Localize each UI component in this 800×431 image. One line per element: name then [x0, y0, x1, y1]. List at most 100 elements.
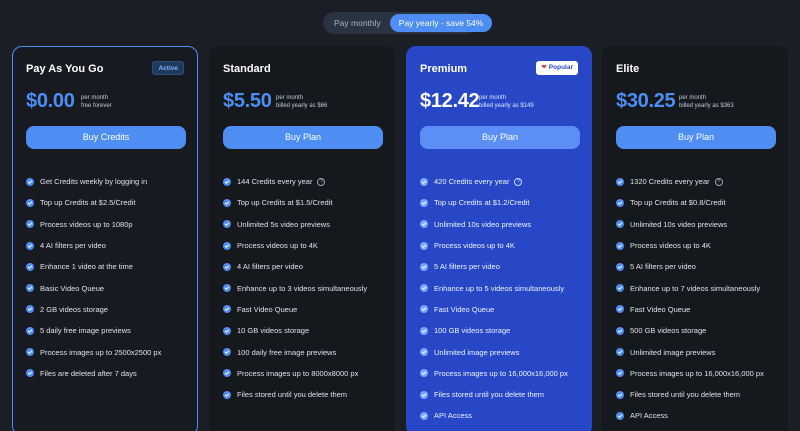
feature-item: Top up Credits at $0.8/Credit	[616, 192, 764, 213]
check-circle-icon	[616, 220, 624, 229]
info-icon[interactable]: ?	[514, 177, 523, 186]
popular-badge: ❤ Popular	[536, 61, 578, 75]
feature-text: 4 AI filters per video	[40, 241, 106, 251]
feature-text: 4 AI filters per video	[237, 262, 303, 272]
price-details: per month billed yearly as $363	[679, 94, 734, 110]
plan-name: Standard	[223, 63, 271, 75]
feature-item: Top up Credits at $2.5/Credit	[26, 192, 161, 213]
feature-item: Process videos up to 4K	[223, 235, 367, 256]
feature-item: 5 daily free image previews	[26, 320, 161, 341]
check-circle-icon	[420, 390, 428, 399]
check-circle-icon	[616, 262, 624, 271]
info-icon[interactable]: ?	[714, 177, 723, 186]
check-circle-icon	[420, 177, 428, 186]
feature-text: 5 AI filters per video	[434, 262, 500, 272]
plan-card-pay-as-you-go: Pay As You Go Active $0.00 per month fre…	[12, 46, 198, 431]
check-circle-icon	[223, 284, 231, 293]
check-circle-icon	[26, 369, 34, 378]
pay-yearly-option[interactable]: Pay yearly - save 54%	[389, 14, 493, 32]
check-circle-icon	[616, 284, 624, 293]
check-circle-icon	[223, 369, 231, 378]
billing-toggle: Pay monthly Pay yearly - save 54%	[323, 12, 493, 34]
check-circle-icon	[420, 348, 428, 357]
feature-item: 100 daily free image previews	[223, 341, 367, 362]
feature-text: Process videos up to 4K	[237, 241, 318, 251]
check-circle-icon	[616, 390, 624, 399]
pay-monthly-option[interactable]: Pay monthly	[325, 14, 390, 32]
feature-text: Unlimited image previews	[434, 347, 520, 357]
check-circle-icon	[26, 284, 34, 293]
feature-item: Fast Video Queue	[616, 299, 764, 320]
check-circle-icon	[616, 177, 624, 186]
feature-list: 1320 Credits every year? Top up Credits a…	[616, 171, 764, 427]
feature-item: Files stored until you delete them	[420, 384, 568, 405]
price-details: per month billed yearly as $66	[276, 94, 327, 110]
feature-item: Files are deleted after 7 days	[26, 363, 161, 384]
feature-item: Basic Video Queue	[26, 277, 161, 298]
buy-plan-button[interactable]: Buy Plan	[223, 126, 383, 149]
feature-text: Files stored until you delete them	[630, 390, 741, 400]
feature-item: 500 GB videos storage	[616, 320, 764, 341]
feature-text: Enhance 1 video at the time	[40, 262, 133, 272]
check-circle-icon	[223, 305, 231, 314]
plan-card-premium: Premium ❤ Popular $12.42 per month billed…	[406, 46, 592, 431]
feature-text: Files stored until you delete them	[434, 390, 545, 400]
buy-plan-button[interactable]: Buy Plan	[420, 126, 580, 149]
feature-item: Unlimited 5s video previews	[223, 214, 367, 235]
feature-text: Top up Credits at $1.2/Credit	[434, 198, 530, 208]
active-badge: Active	[152, 61, 184, 75]
feature-text: Unlimited 5s video previews	[237, 219, 330, 229]
feature-item: Process images up to 8000x8000 px	[223, 363, 367, 384]
check-circle-icon	[420, 241, 428, 250]
feature-text: Basic Video Queue	[40, 283, 105, 293]
feature-text: Get Credits weekly by logging in	[40, 177, 148, 187]
feature-item: 144 Credits every year?	[223, 171, 367, 192]
feature-text: Enhance up to 3 videos simultaneously	[237, 283, 368, 293]
feature-text: Top up Credits at $1.5/Credit	[237, 198, 333, 208]
check-circle-icon	[223, 198, 231, 207]
feature-item: Unlimited 10s video previews	[616, 214, 764, 235]
feature-text: 420 Credits every year	[434, 177, 510, 187]
feature-item: Unlimited image previews	[420, 341, 568, 362]
check-circle-icon	[26, 220, 34, 229]
price-billing: billed yearly as $66	[276, 103, 328, 109]
check-circle-icon	[616, 411, 624, 420]
check-circle-icon	[26, 198, 34, 207]
check-circle-icon	[223, 241, 231, 250]
feature-item: 4 AI filters per video	[223, 256, 367, 277]
plan-card-standard: Standard $5.50 per month billed yearly a…	[209, 46, 395, 431]
feature-text: 5 AI filters per video	[630, 262, 696, 272]
feature-text: Process images up to 16,000x16,000 px	[630, 368, 764, 378]
feature-item: Process videos up to 4K	[616, 235, 764, 256]
feature-text: 500 GB videos storage	[630, 326, 707, 336]
feature-item: 100 GB videos storage	[420, 320, 568, 341]
info-icon[interactable]: ?	[317, 177, 326, 186]
price-period: per month	[679, 95, 707, 101]
heart-icon: ❤	[541, 64, 547, 71]
check-circle-icon	[420, 305, 428, 314]
feature-text: Unlimited 10s video previews	[630, 219, 728, 229]
check-circle-icon	[26, 305, 34, 314]
buy-plan-button[interactable]: Buy Plan	[616, 126, 776, 149]
check-circle-icon	[616, 369, 624, 378]
feature-text: 5 daily free image previews	[40, 326, 131, 336]
price-details: per month billed yearly as $149	[479, 94, 534, 110]
feature-item: Top up Credits at $1.2/Credit	[420, 192, 568, 213]
feature-item: Process videos up to 4K	[420, 235, 568, 256]
feature-item: API Access	[616, 405, 764, 426]
check-circle-icon	[26, 262, 34, 271]
plan-price: $30.25	[616, 90, 676, 112]
buy-credits-button[interactable]: Buy Credits	[26, 126, 186, 149]
price-billing: billed yearly as $363	[679, 103, 734, 109]
plan-price: $0.00	[26, 90, 75, 112]
feature-text: API Access	[434, 411, 472, 421]
feature-text: 100 GB videos storage	[434, 326, 511, 336]
feature-item: 4 AI filters per video	[26, 235, 161, 256]
check-circle-icon	[420, 198, 428, 207]
feature-item: Enhance up to 5 videos simultaneously	[420, 277, 568, 298]
price-billing: free forever	[81, 103, 112, 109]
price-period: per month	[81, 95, 109, 101]
check-circle-icon	[223, 348, 231, 357]
feature-item: Files stored until you delete them	[616, 384, 764, 405]
feature-text: Files are deleted after 7 days	[40, 368, 137, 378]
